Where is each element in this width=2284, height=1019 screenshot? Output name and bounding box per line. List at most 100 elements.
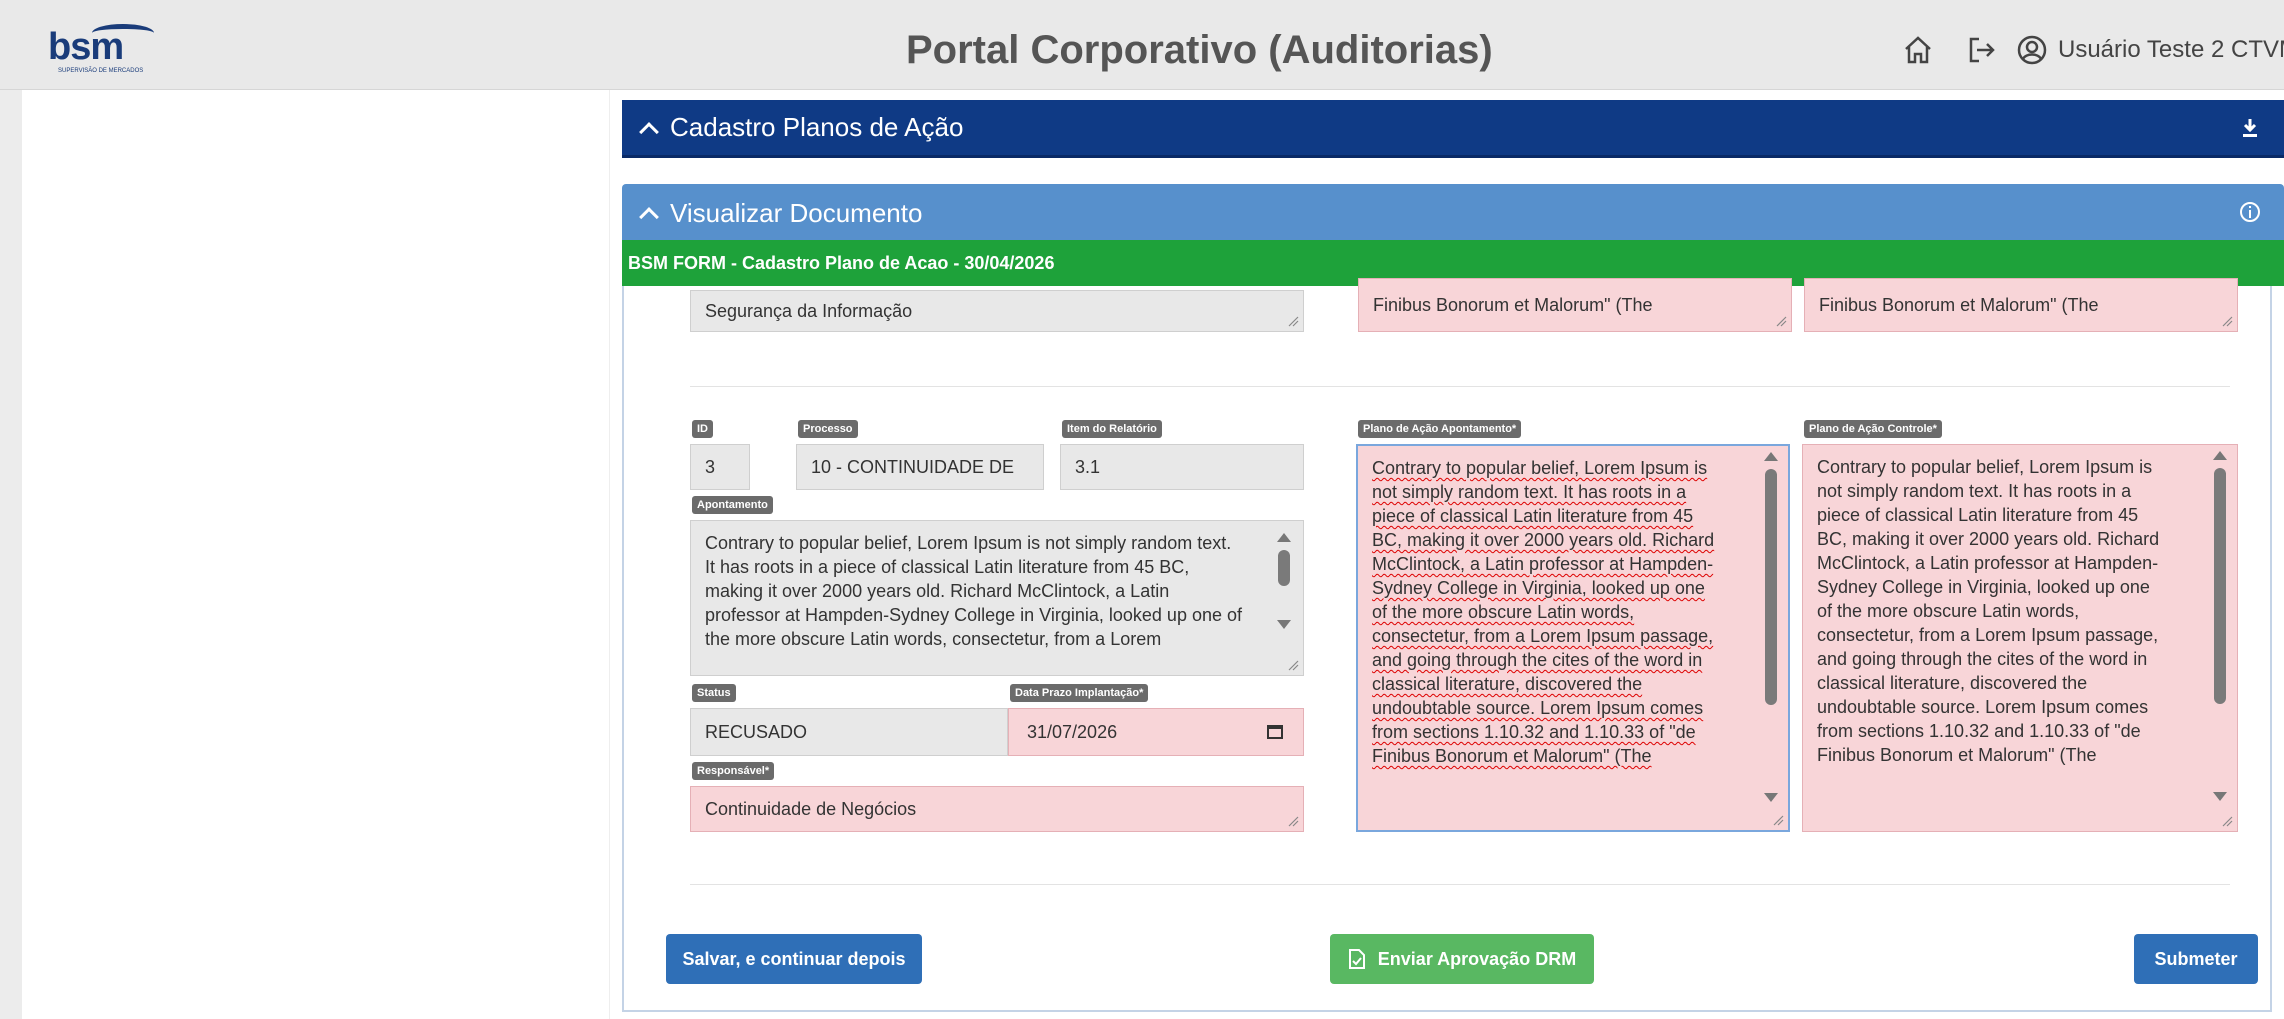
form-title: BSM FORM - Cadastro Plano de Acao - 30/0…: [628, 252, 1055, 273]
scroll-down-icon[interactable]: [1764, 793, 1778, 802]
resize-grip-icon[interactable]: [2221, 815, 2233, 827]
bsm-logo[interactable]: bsm SUPERVISÃO DE MERCADOS: [48, 24, 178, 76]
partial-text-2: Finibus Bonorum et Malorum" (The: [1819, 295, 2099, 315]
section-divider: [690, 386, 2230, 387]
text-line-content: piece of classical Latin literature from…: [1372, 506, 1694, 526]
text-line: Finibus Bonorum et Malorum" (The: [1817, 743, 2189, 767]
panel-visualizar-header[interactable]: Visualizar Documento: [622, 184, 2284, 242]
id-field[interactable]: 3: [690, 444, 750, 490]
processo-field[interactable]: 10 - CONTINUIDADE DE: [796, 444, 1044, 490]
file-check-icon: [1348, 949, 1365, 969]
scroll-up-icon[interactable]: [1764, 452, 1778, 461]
user-icon[interactable]: [2016, 34, 2048, 66]
text-line: piece of classical Latin literature from…: [1372, 504, 1740, 528]
resize-grip-icon[interactable]: [1287, 315, 1299, 327]
save-continue-button[interactable]: Salvar, e continuar depois: [666, 934, 922, 984]
text-line-content: Sydney College in Virginia, looked up on…: [1372, 578, 1705, 598]
text-line: McClintock, a Latin professor at Hampden…: [1372, 552, 1740, 576]
apontamento-scrollbar[interactable]: [1277, 533, 1291, 629]
text-line-content: consectetur, from a Lorem Ipsum passage,: [1817, 625, 2159, 645]
text-line: consectetur, from a Lorem Ipsum passage,: [1372, 624, 1740, 648]
item-relatorio-field[interactable]: 3.1: [1060, 444, 1304, 490]
resize-grip-icon[interactable]: [2221, 315, 2233, 327]
text-line: undoubtable source. Lorem Ipsum comes: [1817, 695, 2189, 719]
text-line: piece of classical Latin literature from…: [1817, 503, 2189, 527]
data-prazo-label: Data Prazo Implantação*: [1010, 684, 1149, 702]
plano-controle-text: Contrary to popular belief, Lorem Ipsum …: [1817, 455, 2189, 767]
calendar-icon[interactable]: [1267, 725, 1283, 739]
text-line: undoubtable source. Lorem Ipsum comes: [1372, 696, 1740, 720]
resize-grip-icon[interactable]: [1287, 659, 1299, 671]
text-line: from sections 1.10.32 and 1.10.33 of "de: [1817, 719, 2189, 743]
area-value: Segurança da Informação: [705, 300, 913, 321]
plano-apontamento-text: Contrary to popular belief, Lorem Ipsum …: [1372, 456, 1740, 768]
scroll-thumb[interactable]: [1765, 469, 1777, 705]
text-line-content: of the more obscure Latin words,: [1817, 601, 2080, 621]
status-label: Status: [692, 684, 736, 702]
text-line-content: McClintock, a Latin professor at Hampden…: [1817, 553, 2159, 573]
text-line: McClintock, a Latin professor at Hampden…: [1817, 551, 2189, 575]
chevron-up-icon[interactable]: [639, 207, 659, 227]
data-prazo-value: 31/07/2026: [1027, 721, 1118, 742]
text-line: and going through the cites of the word …: [1817, 647, 2189, 671]
data-prazo-field[interactable]: 31/07/2026: [1008, 708, 1304, 756]
home-icon[interactable]: [1902, 34, 1934, 66]
text-line: classical literature, discovered the: [1372, 672, 1740, 696]
scroll-down-icon[interactable]: [2213, 792, 2227, 801]
text-line: BC, making it over 2000 years old. Richa…: [1372, 528, 1740, 552]
text-line: classical literature, discovered the: [1817, 671, 2189, 695]
submit-button[interactable]: Submeter: [2134, 934, 2258, 984]
text-line-content: not simply random text. It has roots in …: [1372, 482, 1687, 502]
status-field[interactable]: RECUSADO: [690, 708, 1008, 756]
text-line: of the more obscure Latin words,: [1817, 599, 2189, 623]
processo-value: 10 - CONTINUIDADE DE: [811, 456, 1015, 477]
info-icon[interactable]: [2238, 200, 2262, 224]
area-field[interactable]: Segurança da Informação: [690, 290, 1304, 332]
plano-apontamento-prev-textarea[interactable]: Finibus Bonorum et Malorum" (The: [1358, 278, 1792, 332]
text-line-content: Sydney College in Virginia, looked up on…: [1817, 577, 2150, 597]
text-line-content: consectetur, from a Lorem Ipsum passage,: [1372, 626, 1714, 646]
id-value: 3: [705, 456, 716, 477]
resize-grip-icon[interactable]: [1772, 814, 1784, 826]
text-line-content: undoubtable source. Lorem Ipsum comes: [1817, 697, 2149, 717]
text-line-content: piece of classical Latin literature from…: [1817, 505, 2139, 525]
scroll-up-icon[interactable]: [1277, 533, 1291, 542]
text-line-content: Finibus Bonorum et Malorum" (The: [1817, 745, 2097, 765]
text-line: Finibus Bonorum et Malorum" (The: [1372, 744, 1740, 768]
scroll-up-icon[interactable]: [2213, 451, 2227, 460]
text-line-content: from sections 1.10.32 and 1.10.33 of "de: [1372, 722, 1696, 742]
resize-grip-icon[interactable]: [1287, 815, 1299, 827]
panel-visualizar-title: Visualizar Documento: [670, 197, 923, 228]
save-continue-label: Salvar, e continuar depois: [682, 948, 906, 969]
responsavel-field[interactable]: Continuidade de Negócios: [690, 786, 1304, 832]
text-line: BC, making it over 2000 years old. Richa…: [1817, 527, 2189, 551]
send-approval-button[interactable]: Enviar Aprovação DRM: [1330, 934, 1594, 984]
plano-controle-scrollbar[interactable]: [2213, 451, 2227, 801]
text-line: Sydney College in Virginia, looked up on…: [1817, 575, 2189, 599]
text-line-content: Finibus Bonorum et Malorum" (The: [1372, 746, 1652, 766]
plano-controle-prev-textarea[interactable]: Finibus Bonorum et Malorum" (The: [1804, 278, 2238, 332]
send-approval-label: Enviar Aprovação DRM: [1377, 948, 1577, 969]
logout-icon[interactable]: [1966, 34, 1998, 66]
scroll-thumb[interactable]: [2214, 468, 2226, 704]
plano-apontamento-textarea[interactable]: Contrary to popular belief, Lorem Ipsum …: [1356, 444, 1790, 832]
user-name[interactable]: Usuário Teste 2 CTVM: [2058, 36, 2284, 64]
resize-grip-icon[interactable]: [1775, 315, 1787, 327]
panel-cadastro-title: Cadastro Planos de Ação: [670, 112, 964, 142]
plano-apontamento-scrollbar[interactable]: [1764, 452, 1778, 802]
item-relatorio-label: Item do Relatório: [1062, 420, 1162, 438]
sidebar: [22, 90, 610, 1019]
text-line-content: from sections 1.10.32 and 1.10.33 of "de: [1817, 721, 2141, 741]
download-icon[interactable]: [2238, 116, 2262, 140]
scroll-thumb[interactable]: [1278, 550, 1290, 586]
text-line: and going through the cites of the word …: [1372, 648, 1740, 672]
chevron-up-icon[interactable]: [639, 121, 659, 142]
plano-controle-textarea[interactable]: Contrary to popular belief, Lorem Ipsum …: [1802, 444, 2238, 832]
text-line: consectetur, from a Lorem Ipsum passage,: [1817, 623, 2189, 647]
panel-cadastro-header[interactable]: Cadastro Planos de Ação: [622, 100, 2284, 158]
top-header: bsm SUPERVISÃO DE MERCADOS Portal Corpor…: [0, 0, 2284, 90]
sidebar-edge: [0, 90, 22, 1019]
apontamento-textarea[interactable]: Contrary to popular belief, Lorem Ipsum …: [690, 520, 1304, 676]
scroll-down-icon[interactable]: [1277, 620, 1291, 629]
text-line-content: Contrary to popular belief, Lorem Ipsum …: [1372, 458, 1708, 478]
